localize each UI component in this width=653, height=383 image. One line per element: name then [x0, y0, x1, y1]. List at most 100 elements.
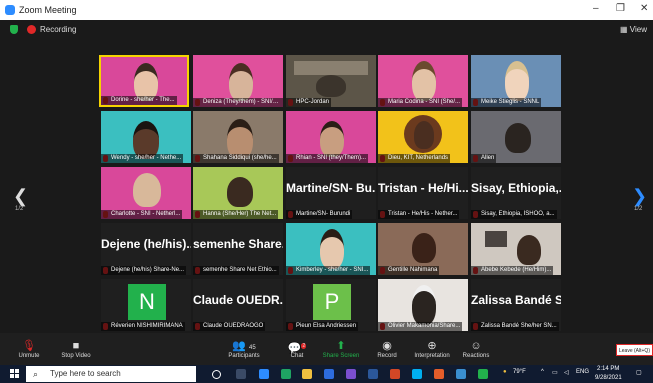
weather-icon: ● [503, 369, 507, 375]
cortana-icon[interactable] [212, 370, 221, 379]
app-icon-2[interactable] [478, 369, 488, 379]
participant-name: HPC-Jordan [286, 98, 332, 107]
participant-video [229, 63, 253, 101]
participant-name: Claude OUEDRAOGO [193, 322, 266, 331]
chat-button[interactable]: 💬2 Chat [286, 340, 308, 359]
page-indicator-left: 1/2 [15, 206, 24, 212]
participant-name: Sisay, Ethiopia, ISHOO, a... [471, 210, 557, 219]
participant-video [412, 233, 436, 263]
file-explorer-icon[interactable] [302, 369, 312, 379]
language-indicator[interactable]: ENG [576, 369, 589, 375]
zoom-app-icon[interactable] [259, 369, 269, 379]
taskbar-search-input[interactable]: ⌕ Type here to search [26, 366, 196, 382]
participant-name: Réverien NISHIMIRIMANA [101, 322, 185, 331]
participant-name: Wendy - she/her - Nethe... [101, 154, 184, 163]
participant-video [227, 119, 253, 159]
view-button[interactable]: ▦ View [620, 25, 647, 34]
participant-name: Dieu, KIT, Netherlands [378, 154, 451, 163]
zoom-logo-icon [5, 5, 15, 15]
video-tile[interactable]: Meike Stieglis - SNNL [471, 55, 561, 107]
video-tile[interactable]: Dieu, KIT, Netherlands [378, 111, 468, 163]
participant-video [414, 121, 434, 149]
edge-icon[interactable] [281, 369, 291, 379]
firefox-icon[interactable] [434, 369, 444, 379]
mail-icon[interactable] [324, 369, 334, 379]
participant-display-name: Zalissa Bandé S... [471, 293, 561, 307]
leave-tooltip: Leave (Alt+Q) [616, 344, 653, 356]
participant-display-name: Claude OUEDR... [193, 293, 283, 307]
skype-icon[interactable] [412, 369, 422, 379]
video-tile[interactable]: Charlotte - SNI - Netherl... [101, 167, 191, 219]
video-tile[interactable]: HPC-Jordan [286, 55, 376, 107]
encryption-shield-icon[interactable] [10, 25, 18, 34]
interpretation-button[interactable]: ⊕ Interpretation [410, 340, 454, 359]
participants-button[interactable]: 👥 45 Participants [224, 340, 264, 359]
word-icon[interactable] [368, 369, 378, 379]
participant-name: Hanna (She/Her) The Net... [193, 210, 279, 219]
powerpoint-icon[interactable] [390, 369, 400, 379]
video-tile[interactable]: Hanna (She/Her) The Net... [193, 167, 283, 219]
previous-page-icon[interactable]: ❮ [13, 186, 28, 207]
participant-avatar: P [313, 284, 351, 320]
video-tile[interactable]: Zalissa Bandé S... Zalissa Bandé She/her… [471, 279, 561, 331]
stop-video-button[interactable]: ■ Stop Video [58, 340, 94, 359]
close-button[interactable]: ✕ [640, 3, 648, 14]
windows-start-icon[interactable] [10, 369, 20, 379]
video-tile[interactable]: semenhe Share... semenhe Share Net Ethio… [193, 223, 283, 275]
video-tile[interactable]: Dejene (he/his)... Dejene (he/his) Share… [101, 223, 191, 275]
video-tile[interactable]: Kimberley - she/her - SNI... [286, 223, 376, 275]
next-page-icon[interactable]: ❯ [632, 186, 647, 207]
video-tile[interactable]: Rhian - SNI (they/Them)... [286, 111, 376, 163]
participant-video [227, 177, 253, 207]
unmute-button[interactable]: 🎙 Unmute [14, 340, 44, 359]
video-tile[interactable]: Wendy - she/her - Nethe... [101, 111, 191, 163]
video-tile[interactable]: Gentille Nahimana [378, 223, 468, 275]
video-tile[interactable]: N Réverien NISHIMIRIMANA [101, 279, 191, 331]
search-placeholder: Type here to search [50, 369, 121, 378]
participant-video [412, 285, 436, 325]
recording-icon [27, 25, 36, 34]
participant-name: Martine/SN- Burundi [286, 210, 353, 219]
participant-name: Dorine - she/her - The... [101, 96, 177, 105]
clock-date[interactable]: 9/28/2021 [595, 375, 622, 381]
video-tile[interactable]: Allen [471, 111, 561, 163]
share-screen-button[interactable]: ⬆ Share Screen [321, 340, 361, 359]
video-tile[interactable]: Shahana Siddiqui (she/he... [193, 111, 283, 163]
video-tile[interactable]: Dorine - she/her - The... [99, 55, 189, 107]
smiley-icon: ☺ [470, 340, 482, 352]
participant-name: Meike Stieglis - SNNL [471, 98, 542, 107]
video-tile[interactable]: P Pieun Elsa Andriessen [286, 279, 376, 331]
clock-time[interactable]: 2:14 PM [597, 366, 619, 372]
video-camera-icon: ■ [72, 340, 80, 352]
tray-chevron-icon[interactable]: ^ [541, 369, 544, 375]
view-label: View [629, 25, 647, 34]
app-icon[interactable] [456, 369, 466, 379]
video-tile[interactable]: Claude OUEDR... Claude OUEDRAOGO [193, 279, 283, 331]
maximize-button[interactable]: ❐ [616, 3, 625, 14]
video-tile[interactable]: Deniza (They/them) - SNI/KIT [193, 55, 283, 107]
video-tile[interactable]: Olivier Makamonia/Share... [378, 279, 468, 331]
task-view-icon[interactable] [236, 369, 246, 379]
participant-name: Tristan - He/His - Nether... [378, 210, 460, 219]
page-indicator-right: 1/2 [634, 206, 643, 212]
unmute-label: Unmute [18, 353, 40, 359]
notifications-icon[interactable]: ▢ [636, 369, 642, 376]
window-title-bar: Zoom Meeting – ❐ ✕ [0, 0, 653, 20]
window-title: Zoom Meeting [19, 5, 77, 15]
participant-name: Dejene (he/his) Share-Ne... [101, 266, 187, 275]
video-tile[interactable]: Maria Codina - SNI (She/... [378, 55, 468, 107]
video-tile[interactable]: Tristan - He/Hi... Tristan - He/His - Ne… [378, 167, 468, 219]
teams-icon[interactable] [346, 369, 356, 379]
video-tile[interactable]: Abebe Kebede (He/Him)... [471, 223, 561, 275]
search-icon: ⌕ [33, 369, 39, 379]
minimize-button[interactable]: – [593, 3, 599, 14]
mic-muted-icon: 🎙 [22, 340, 36, 352]
chat-label: Chat [290, 353, 304, 359]
reactions-button[interactable]: ☺ Reactions [461, 340, 491, 359]
participant-video [133, 173, 161, 207]
record-button[interactable]: ◉ Record [374, 340, 400, 359]
video-tile[interactable]: Martine/SN- Bu... Martine/SN- Burundi [286, 167, 376, 219]
video-tile[interactable]: Sisay, Ethiopia,... Sisay, Ethiopia, ISH… [471, 167, 561, 219]
participants-icon: 👥 45 [232, 340, 256, 352]
volume-icon[interactable]: ◁ [564, 369, 569, 376]
